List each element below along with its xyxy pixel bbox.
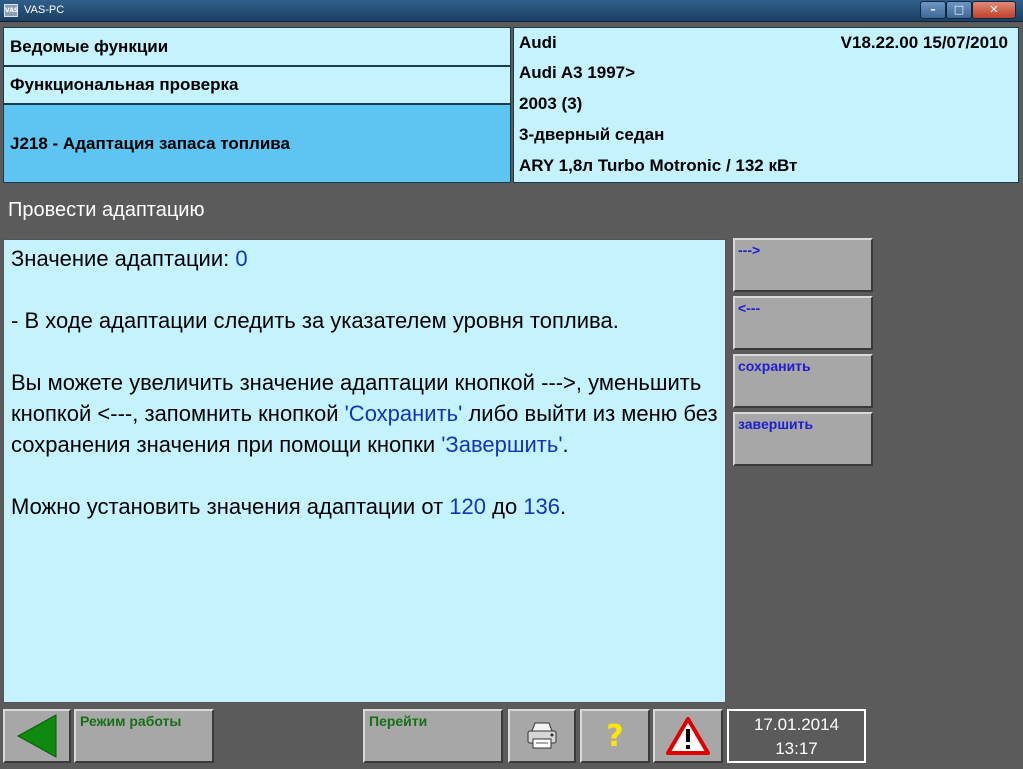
back-button[interactable]: [3, 709, 71, 763]
range-text-b: до: [486, 494, 524, 519]
goto-button[interactable]: Перейти: [363, 709, 503, 763]
adaptation-value: 0: [235, 246, 248, 271]
nav-functional-label: Функциональная проверка: [10, 75, 239, 94]
vehicle-body: 3-дверный седан: [519, 125, 665, 144]
instruction-buttons-text-c: .: [562, 432, 569, 457]
adaptation-value-label: Значение адаптации:: [11, 246, 236, 271]
warning-button[interactable]: [653, 709, 723, 763]
finish-button[interactable]: завершить: [733, 412, 873, 466]
help-icon: ?: [582, 711, 648, 761]
vehicle-info-panel: Audi V18.22.00 15/07/2010 Audi A3 1997> …: [513, 27, 1019, 183]
time-text: 13:17: [775, 739, 818, 758]
vehicle-brand: Audi: [519, 33, 557, 52]
vehicle-engine: ARY 1,8л Turbo Motronic / 132 кВт: [519, 156, 798, 175]
save-button[interactable]: сохранить: [733, 354, 873, 408]
range-text-c: .: [560, 494, 567, 519]
section-title: Провести адаптацию: [8, 199, 205, 221]
vehicle-model: Audi A3 1997>: [519, 63, 636, 82]
nav-guided-label: Ведомые функции: [10, 36, 169, 56]
operation-mode-button[interactable]: Режим работы: [74, 709, 214, 763]
print-button[interactable]: [508, 709, 576, 763]
save-reference: 'Сохранить': [344, 401, 463, 426]
close-button[interactable]: ✕: [972, 1, 1016, 19]
nav-current-function[interactable]: J218 - Адаптация запаса топлива: [3, 104, 511, 183]
instruction-fuel-gauge: - В ходе адаптации следить за указателем…: [11, 308, 619, 333]
adaptation-range-line: Можно установить значения адаптации от 1…: [11, 491, 718, 522]
title-bar: [0, 0, 1023, 22]
range-max: 136: [523, 494, 561, 519]
datetime-display: 17.01.2014 13:17: [727, 709, 866, 763]
app-logo: VAS: [4, 4, 18, 17]
range-min: 120: [449, 494, 486, 519]
help-glyph: ?: [606, 718, 624, 754]
minimize-button[interactable]: –: [920, 1, 946, 19]
adaptation-value-line: Значение адаптации: 0: [11, 243, 718, 274]
finish-reference: 'Завершить': [441, 432, 563, 457]
date-text: 17.01.2014: [753, 715, 840, 734]
instruction-buttons: Вы можете увеличить значение адаптации к…: [11, 367, 718, 460]
software-version: V18.22.00 15/07/2010: [840, 33, 1008, 52]
printer-icon: [510, 711, 574, 761]
help-button[interactable]: ?: [580, 709, 650, 763]
nav-guided-functions[interactable]: Ведомые функции: [3, 27, 511, 66]
nav-functional-check[interactable]: Функциональная проверка: [3, 66, 511, 104]
increase-button[interactable]: --->: [733, 238, 873, 292]
warning-icon: [655, 711, 721, 761]
window-title: VAS-PC: [24, 4, 65, 16]
maximize-button[interactable]: □: [946, 1, 972, 19]
vehicle-year: 2003 (3): [519, 94, 583, 113]
instruction-panel: Значение адаптации: 0 - В ходе адаптации…: [3, 239, 726, 703]
back-arrow-icon: [5, 711, 69, 761]
nav-current-label: J218 - Адаптация запаса топлива: [10, 133, 290, 153]
range-text-a: Можно установить значения адаптации от: [11, 494, 450, 519]
decrease-button[interactable]: <---: [733, 296, 873, 350]
